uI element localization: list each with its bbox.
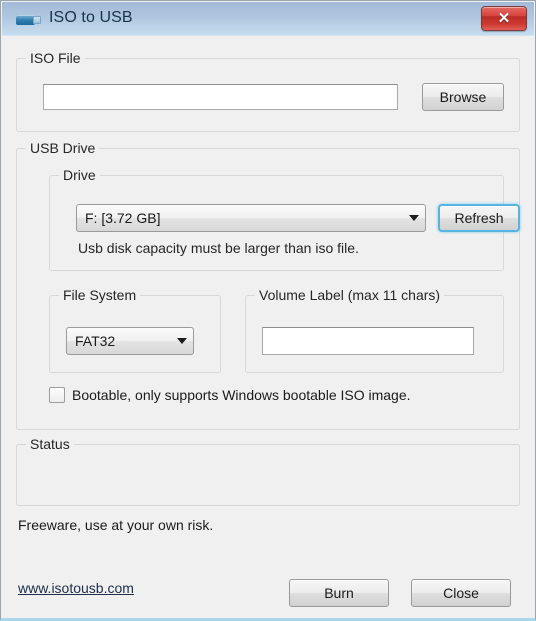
volume-label-input[interactable] [262,327,474,355]
iso-path-input[interactable] [43,84,398,110]
burn-button[interactable]: Burn [289,579,389,607]
file-system-select-value: FAT32 [75,333,116,349]
file-system-select[interactable]: FAT32 [66,327,194,355]
bootable-checkbox[interactable] [49,387,65,403]
close-icon: ✕ [497,10,511,27]
bootable-checkbox-row[interactable]: Bootable, only supports Windows bootable… [49,387,411,403]
browse-button[interactable]: Browse [422,83,504,111]
website-link[interactable]: www.isotousb.com [18,580,134,596]
status-text [17,445,519,505]
volume-label-group: Volume Label (max 11 chars) [245,287,504,373]
iso-file-group-label: ISO File [26,50,85,66]
usb-drive-icon [16,15,41,25]
burn-button-label: Burn [324,585,354,601]
freeware-notice: Freeware, use at your own risk. [18,517,214,533]
drive-select[interactable]: F: [3.72 GB] [76,204,426,232]
refresh-button-label: Refresh [454,210,504,226]
title-bar: ISO to USB ✕ [2,2,534,36]
browse-button-label: Browse [439,89,487,105]
refresh-button[interactable]: Refresh [438,204,520,232]
iso-to-usb-window: ISO to USB ✕ ISO File Browse USB Drive D… [0,0,536,621]
client-area: ISO File Browse USB Drive Drive F: [3.72… [2,36,534,618]
drive-group: Drive F: [3.72 GB] Refresh Usb disk capa… [49,167,520,271]
close-button[interactable]: Close [411,579,511,607]
volume-label-group-label: Volume Label (max 11 chars) [255,287,445,303]
usb-drive-group: USB Drive Drive F: [3.72 GB] Refresh Usb… [16,140,520,430]
drive-select-value: F: [3.72 GB] [85,210,161,226]
chevron-down-icon [403,215,425,221]
window-title: ISO to USB [49,9,133,26]
iso-file-group: ISO File Browse [16,50,520,132]
close-window-button[interactable]: ✕ [481,6,527,31]
drive-group-label: Drive [59,167,100,183]
file-system-group-label: File System [59,287,141,303]
chevron-down-icon [171,338,193,344]
status-group: Status [16,436,520,506]
close-button-label: Close [443,585,479,601]
usb-drive-group-label: USB Drive [26,140,100,156]
file-system-group: File System FAT32 [49,287,221,373]
drive-capacity-hint: Usb disk capacity must be larger than is… [78,240,359,256]
bootable-checkbox-label: Bootable, only supports Windows bootable… [72,387,411,403]
